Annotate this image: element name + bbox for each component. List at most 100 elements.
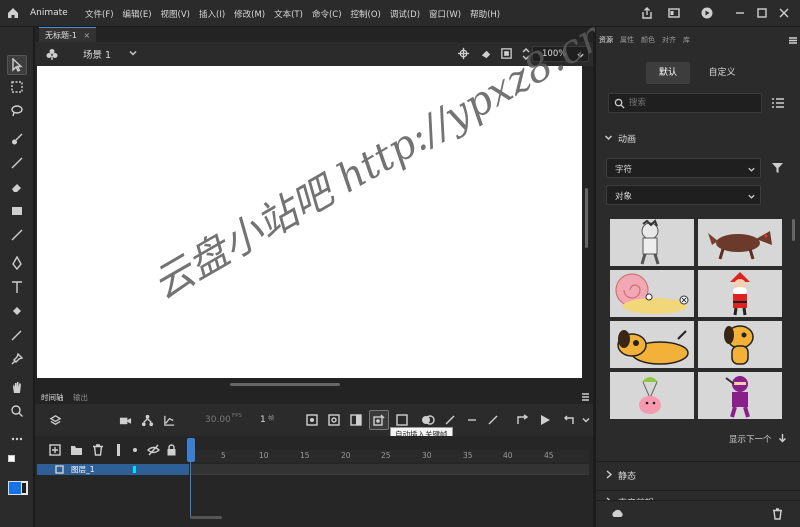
subselection-tool[interactable] <box>9 79 25 95</box>
asset-thumbnail[interactable] <box>610 270 694 317</box>
search-input[interactable] <box>629 96 757 110</box>
menu-help[interactable]: 帮助(H) <box>470 8 500 20</box>
auto-keyframe-button[interactable] <box>369 410 389 430</box>
motion-guide-icon[interactable] <box>487 414 499 426</box>
line-tool[interactable] <box>9 227 25 243</box>
loop-icon[interactable] <box>465 414 479 426</box>
asset-thumbnail[interactable] <box>610 372 694 419</box>
chevron-down-icon[interactable] <box>128 48 138 58</box>
asset-thumbnail[interactable] <box>698 219 782 266</box>
insert-keyframe-icon[interactable] <box>306 414 318 426</box>
layer-name[interactable]: 图层_1 <box>71 464 95 475</box>
brush-tool[interactable] <box>9 155 25 171</box>
lasso-tool[interactable] <box>9 103 25 119</box>
frame-ruler[interactable]: 5 10 15 20 25 30 35 40 45 <box>191 450 589 462</box>
new-folder-icon[interactable] <box>70 444 83 456</box>
delete-layer-icon[interactable] <box>92 444 104 456</box>
text-tool[interactable] <box>9 279 25 295</box>
menu-edit[interactable]: 编辑(E) <box>123 8 152 20</box>
asset-thumbnail[interactable] <box>698 321 782 368</box>
insert-frame-icon[interactable] <box>350 414 362 426</box>
hide-layer-icon[interactable] <box>147 444 160 456</box>
home-icon[interactable] <box>6 6 20 20</box>
scene-name[interactable]: 场景 1 <box>83 47 111 61</box>
tab-color[interactable]: 颜色 <box>641 35 655 45</box>
minimize-icon[interactable] <box>733 6 747 20</box>
asset-thumbnail[interactable] <box>610 219 694 266</box>
section-collapse-icon[interactable] <box>604 133 613 142</box>
document-tab[interactable]: 无标题-1 × <box>39 27 97 42</box>
arrow-down-icon[interactable] <box>778 433 787 443</box>
play-icon[interactable] <box>539 414 551 426</box>
menu-debug[interactable]: 调试(D) <box>390 8 420 20</box>
layers-icon[interactable] <box>49 414 62 427</box>
selection-tool[interactable] <box>7 55 27 75</box>
paint-bucket-tool[interactable] <box>9 303 25 319</box>
menu-view[interactable]: 视图(V) <box>161 8 190 20</box>
layer-parenting-icon[interactable] <box>141 414 154 427</box>
menu-text[interactable]: 文本(T) <box>274 8 303 20</box>
tab-output[interactable]: 输出 <box>73 392 88 403</box>
menu-file[interactable]: 文件(F) <box>85 8 114 20</box>
trash-icon[interactable] <box>772 508 783 520</box>
timeline-chevron-icon[interactable] <box>582 416 590 424</box>
asset-scrollbar[interactable] <box>792 219 795 241</box>
tab-timeline[interactable]: 时间轴 <box>41 392 64 403</box>
stage-horizontal-scrollbar[interactable] <box>230 383 340 386</box>
menu-insert[interactable]: 插入(I) <box>199 8 225 20</box>
test-movie-icon[interactable] <box>700 6 714 20</box>
zoom-tool[interactable] <box>9 403 25 419</box>
section-static-label[interactable]: 静态 <box>618 469 636 482</box>
paint-brush-tool[interactable] <box>9 131 25 147</box>
menu-commands[interactable]: 命令(C) <box>312 8 342 20</box>
new-layer-icon[interactable] <box>49 444 61 456</box>
playhead[interactable] <box>187 438 195 462</box>
layer-frames[interactable] <box>191 464 589 475</box>
list-view-icon[interactable] <box>771 96 785 110</box>
eyedropper-tool[interactable] <box>9 327 25 343</box>
panel-options-icon[interactable] <box>789 37 797 44</box>
segment-default[interactable]: 默认 <box>646 62 690 84</box>
tab-library[interactable]: 库 <box>683 35 690 45</box>
segment-custom[interactable]: 自定义 <box>697 62 747 84</box>
timeline-scrollbar[interactable] <box>190 516 222 519</box>
maximize-icon[interactable] <box>755 6 769 20</box>
close-icon[interactable] <box>777 6 791 20</box>
rectangle-tool[interactable] <box>9 203 25 219</box>
close-tab-icon[interactable]: × <box>84 31 91 40</box>
asset-thumbnail[interactable] <box>610 321 694 368</box>
asset-thumbnail[interactable] <box>698 270 782 317</box>
filter-icon[interactable] <box>771 161 784 174</box>
lock-icon[interactable] <box>166 444 177 456</box>
more-tools-button[interactable] <box>9 431 25 447</box>
rewind-icon[interactable] <box>562 414 575 426</box>
insert-blank-keyframe-icon[interactable] <box>328 414 340 426</box>
eraser-tool[interactable] <box>9 179 25 195</box>
dropdown-characters[interactable]: 字符 <box>606 158 761 178</box>
asset-thumbnail[interactable] <box>698 372 782 419</box>
highlight-layer-icon[interactable] <box>117 444 120 456</box>
camera-icon[interactable] <box>119 414 132 427</box>
graph-icon[interactable] <box>163 414 176 427</box>
menu-window[interactable]: 窗口(W) <box>429 8 461 20</box>
tab-align[interactable]: 对齐 <box>662 35 676 45</box>
layer-row[interactable]: 图层_1 <box>37 464 189 475</box>
edit-multiple-frames-icon[interactable] <box>444 414 456 426</box>
clear-keyframe-icon[interactable] <box>396 414 408 426</box>
pen-tool[interactable] <box>9 255 25 271</box>
stage-vertical-scrollbar[interactable] <box>585 188 588 248</box>
layer-color-marker[interactable] <box>133 466 136 473</box>
show-next-link[interactable]: 显示下一个 <box>729 433 772 445</box>
menu-control[interactable]: 控制(O) <box>351 8 381 20</box>
pin-tool[interactable] <box>9 351 25 367</box>
onion-skin-icon[interactable] <box>421 414 435 426</box>
hand-tool[interactable] <box>9 379 25 395</box>
cloud-upload-icon[interactable] <box>611 508 624 520</box>
chevron-right-icon[interactable] <box>605 470 613 479</box>
step-back-icon[interactable] <box>516 414 529 426</box>
share-icon[interactable] <box>640 6 654 20</box>
tab-assets[interactable]: 资源 <box>599 35 613 45</box>
panel-menu-icon[interactable] <box>581 393 590 401</box>
dot-icon[interactable] <box>133 448 137 452</box>
tab-properties[interactable]: 属性 <box>620 35 634 45</box>
